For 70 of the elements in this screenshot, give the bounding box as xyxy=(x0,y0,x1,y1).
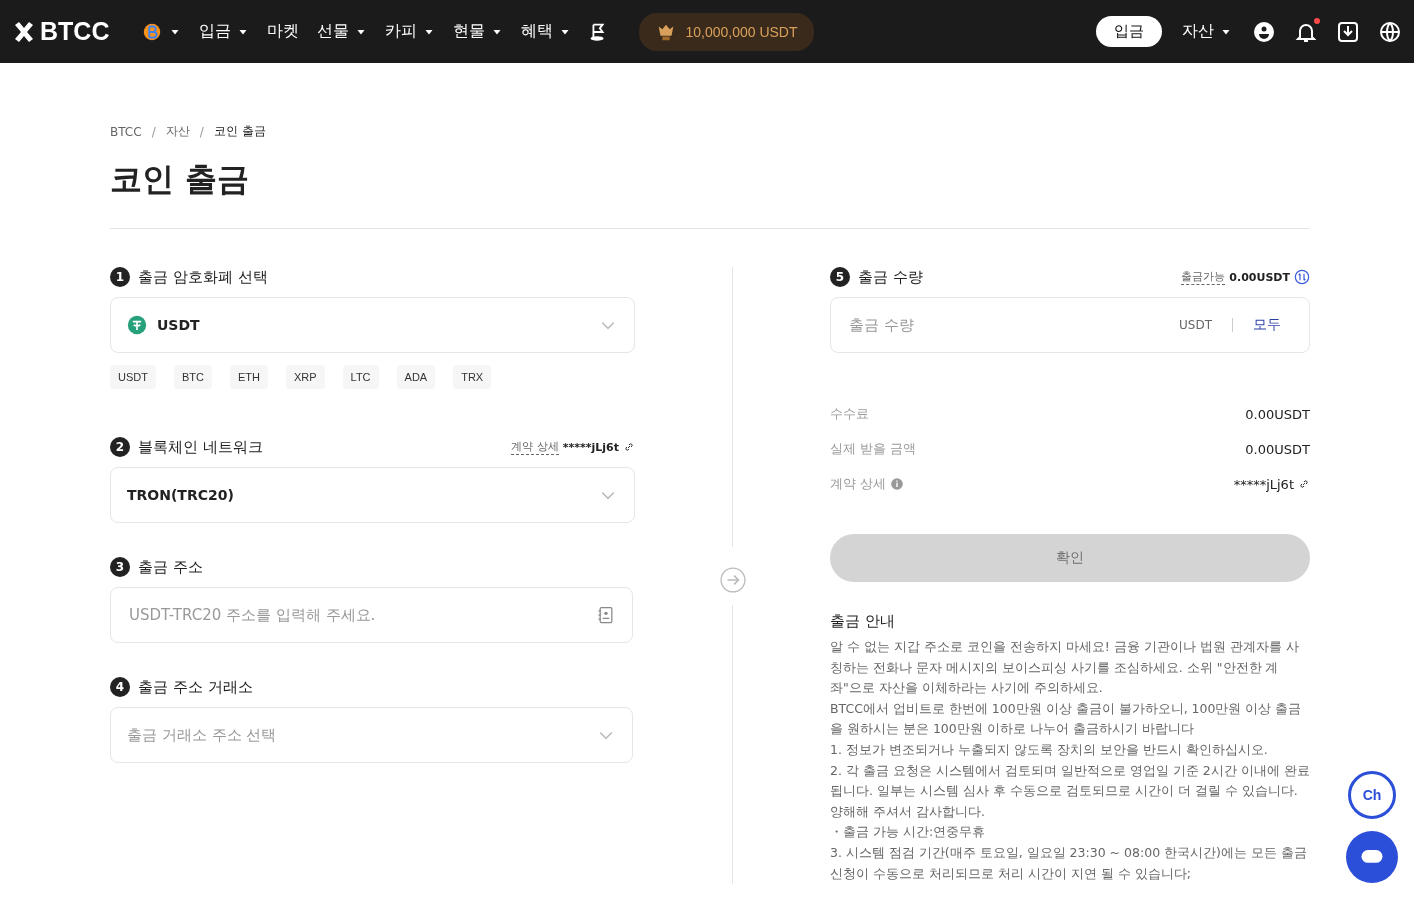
step-number: 3 xyxy=(110,557,130,577)
arrow-right-icon xyxy=(719,566,746,593)
network-select[interactable]: TRON(TRC20) xyxy=(110,467,635,523)
tether-icon xyxy=(127,315,147,335)
summary-label: 수수료 xyxy=(830,405,869,423)
assets-menu[interactable]: 자산 xyxy=(1180,17,1234,46)
max-button[interactable]: 모두 xyxy=(1253,316,1293,334)
user-icon[interactable] xyxy=(1252,19,1276,44)
coin-chip[interactable]: TRX xyxy=(453,365,492,389)
section-title: 출금 수량 xyxy=(858,267,923,287)
coin-chip[interactable]: BTC xyxy=(173,365,212,389)
available-label: 출금가능 xyxy=(1181,269,1226,285)
page-title: 코인 출금 xyxy=(110,159,251,200)
section-title: 출금 주소 xyxy=(138,557,203,577)
link-icon xyxy=(623,441,635,453)
download-icon[interactable] xyxy=(1336,19,1360,44)
info-icon xyxy=(890,477,905,491)
coin-chip[interactable]: ADA xyxy=(396,365,436,389)
coin-chip[interactable]: ETH xyxy=(229,365,268,389)
nav-link[interactable]: 마켓 xyxy=(265,17,302,46)
section-title: 출금 암호화폐 선택 xyxy=(138,267,268,287)
coin-chip[interactable]: LTC xyxy=(342,365,379,389)
brand-logo[interactable]: BTCC xyxy=(40,17,110,46)
step-number: 2 xyxy=(110,437,130,457)
summary-label: 계약 상세 xyxy=(830,475,887,493)
chat-button[interactable] xyxy=(1346,831,1398,883)
summary-label: 실제 받을 금액 xyxy=(830,440,917,458)
nav-menu-item[interactable]: 카피 xyxy=(383,17,438,46)
address-field[interactable]: USDT-TRC20 주소를 입력해 주세요. xyxy=(110,587,633,643)
guide-title: 출금 안내 xyxy=(830,612,896,631)
guide-paragraph: BTCC에서 업비트로 한번에 100만원 이상 출금이 불가하오니, 100만원 이상 출금을 원하시는 분은 100만원 이하로 나누어 출금하시기 바랍니다 xyxy=(830,699,1303,739)
link-icon xyxy=(1298,478,1310,490)
breadcrumb-item: 코인 출금 xyxy=(213,123,266,140)
promo-badge[interactable]: 10,000,000 USDT xyxy=(639,12,814,51)
breadcrumb-separator: / xyxy=(151,124,156,139)
summary-value: 0.00USDT xyxy=(1245,441,1310,457)
step-number: 1 xyxy=(110,267,130,287)
guide-paragraph: ・출금 가능 시간:연중무휴 xyxy=(830,823,987,842)
transfer-icon xyxy=(1294,269,1310,285)
breadcrumb-separator: / xyxy=(199,124,204,139)
coin-chip[interactable]: USDT xyxy=(110,365,156,389)
logo-icon xyxy=(12,19,36,44)
summary-value: 0.00USDT xyxy=(1245,406,1310,422)
coin-select[interactable]: USDT xyxy=(110,297,635,353)
amount-field[interactable]: 출금 수량 USDT 모두 xyxy=(830,297,1310,353)
guide-paragraph: 2. 각 출금 요청은 시스템에서 검토되며 일반적으로 영업일 기준 2시간 이내에 완료됩니다. 일부는 시스템 심사 후 수동으로 검토되므로 시간이 더 걸릴 수 있습니다. 양해해 주셔서 감사합니다. xyxy=(830,761,1310,821)
deposit-button[interactable]: 입금 xyxy=(1096,16,1162,47)
guide-paragraph: 알 수 없는 지갑 주소로 코인을 전송하지 마세요! 금융 기관이나 법원 관계자를 사칭하는 전화나 문자 메시지의 보이스피싱 사기를 조심하세요. 소위 "안전한 계좌"으로 자산을 이체하라는 사기에 주의하세요. xyxy=(830,638,1300,698)
breadcrumb-item[interactable]: 자산 xyxy=(165,123,190,140)
section-title: 출금 주소 거래소 xyxy=(138,677,253,697)
breadcrumb-item[interactable]: BTCC xyxy=(110,124,142,139)
globe-icon[interactable] xyxy=(1378,19,1402,44)
nav-menu-item[interactable]: 선물 xyxy=(315,17,370,46)
nav-menu-item[interactable]: 현물 xyxy=(451,17,506,46)
summary-value: *****jLj6t xyxy=(1233,476,1294,492)
guide-paragraph: 1. 정보가 변조되거나 누출되지 않도록 장치의 보안을 반드시 확인하십시오. xyxy=(830,740,1269,759)
available-amount: 0.00USDT xyxy=(1229,270,1290,284)
step-number: 5 xyxy=(830,267,850,287)
nav-menu-item[interactable]: 입금 xyxy=(197,17,252,46)
address-input[interactable]: USDT-TRC20 주소를 입력해 주세요. xyxy=(127,605,586,625)
unit-label: USDT xyxy=(1179,318,1212,332)
coin-chip[interactable]: XRP xyxy=(285,365,325,389)
section-title: 블록체인 네트워크 xyxy=(138,437,263,457)
step-number: 4 xyxy=(110,677,130,697)
guide-paragraph: 3. 시스템 점검 기간(매주 토요일, 일요일 23:30 ~ 08:00 한국시간)에는 모든 출금 신청이 수동으로 처리되므로 처리 시간이 지연 될 수 있습니다; xyxy=(830,843,1308,883)
amount-input[interactable]: 출금 수량 xyxy=(847,315,1169,335)
nav-menu-item[interactable]: 혜택 xyxy=(519,17,574,46)
contract-label: 계약 상세 xyxy=(511,439,559,455)
contract-address: *****jLj6t xyxy=(562,440,619,454)
chat-logo[interactable]: Ch xyxy=(1348,771,1396,819)
